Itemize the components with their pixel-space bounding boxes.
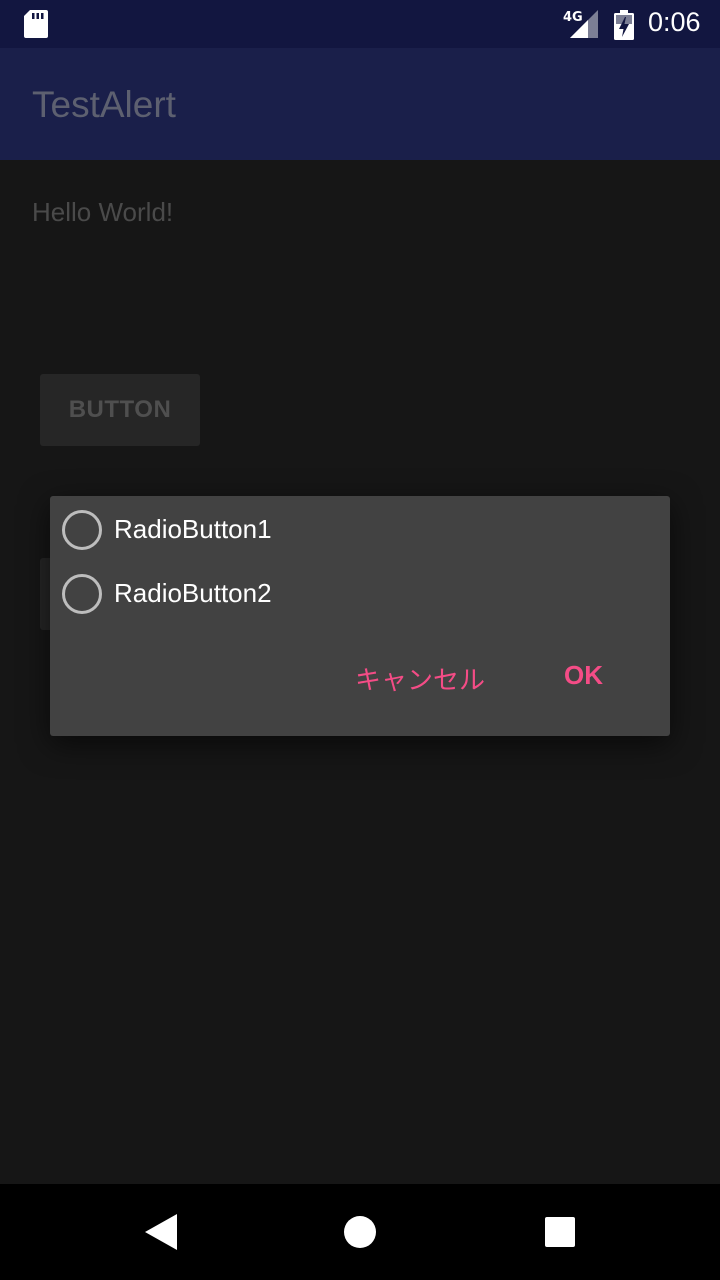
status-bar: 4G 0:06 — [0, 0, 720, 48]
alert-dialog: RadioButton1 RadioButton2 キャンセル OK — [50, 496, 670, 736]
main-button[interactable]: BUTTON — [40, 374, 200, 446]
radio-unchecked-icon[interactable] — [62, 574, 102, 614]
navigation-bar — [0, 1184, 720, 1280]
radio-label: RadioButton2 — [114, 578, 272, 608]
radio-label: RadioButton1 — [114, 514, 272, 544]
status-time: 0:06 — [648, 7, 701, 37]
cancel-button[interactable]: キャンセル — [355, 660, 485, 697]
radio-option-2[interactable]: RadioButton2 — [62, 568, 662, 618]
sd-card-icon — [24, 10, 48, 38]
app-title: TestAlert — [32, 84, 176, 125]
home-icon[interactable] — [344, 1216, 376, 1248]
hello-text: Hello World! — [32, 197, 174, 227]
battery-charging-icon — [614, 10, 634, 40]
radio-option-1[interactable]: RadioButton1 — [62, 504, 662, 554]
back-icon[interactable] — [145, 1214, 177, 1250]
recents-icon[interactable] — [545, 1217, 575, 1247]
signal-icon — [570, 10, 598, 38]
app-bar: TestAlert — [0, 48, 720, 160]
ok-button[interactable]: OK — [564, 660, 603, 691]
radio-unchecked-icon[interactable] — [62, 510, 102, 550]
